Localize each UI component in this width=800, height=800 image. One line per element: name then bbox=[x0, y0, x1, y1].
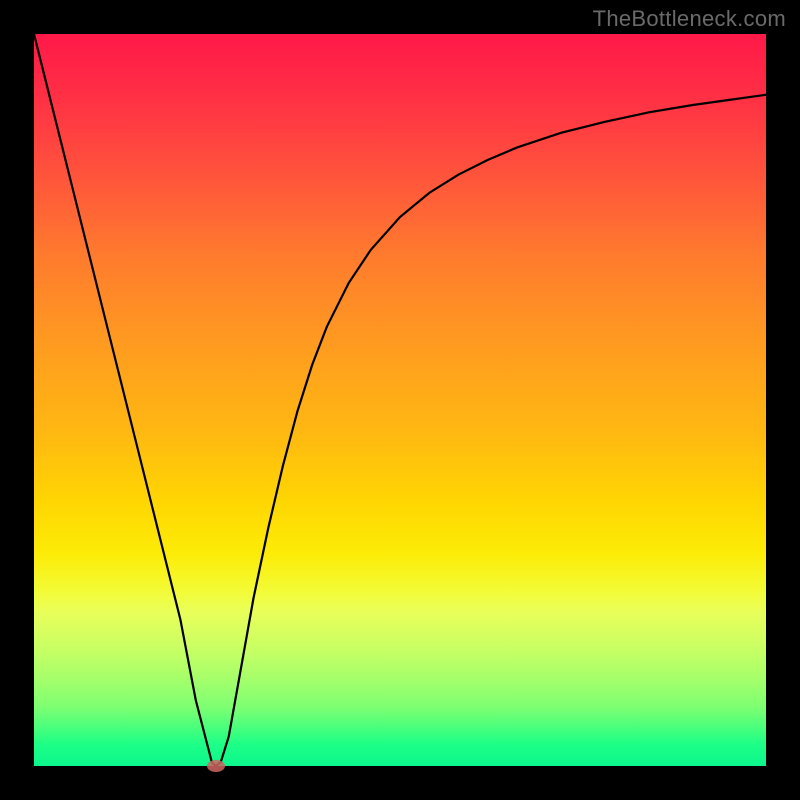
bottleneck-curve bbox=[34, 34, 766, 766]
curve-path bbox=[34, 34, 766, 766]
minimum-marker bbox=[207, 760, 225, 772]
chart-frame: TheBottleneck.com bbox=[0, 0, 800, 800]
plot-area bbox=[34, 34, 766, 766]
watermark-text: TheBottleneck.com bbox=[593, 6, 786, 32]
